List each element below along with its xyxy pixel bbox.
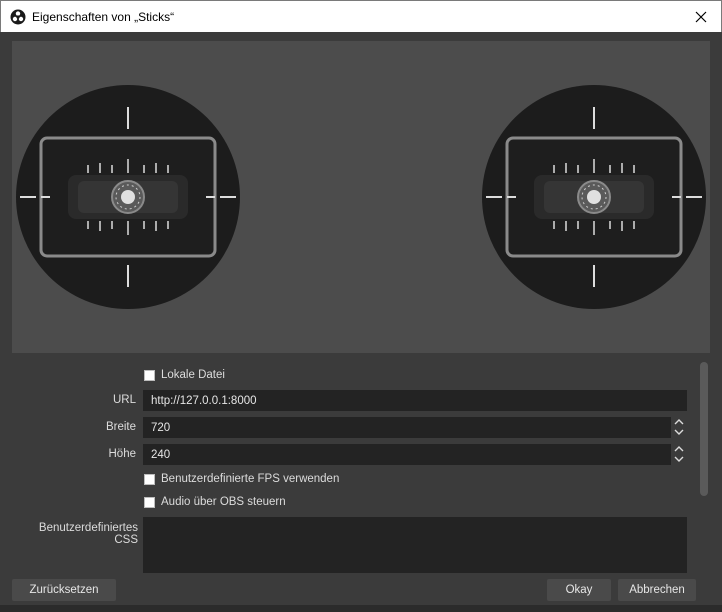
height-field[interactable]: 240	[143, 444, 671, 465]
local-file-option[interactable]: Lokale Datei	[144, 369, 225, 381]
joystick-gimbal-graphic	[16, 83, 708, 311]
custom-fps-label: Benutzerdefinierte FPS verwenden	[161, 473, 340, 485]
chevron-up-icon	[674, 446, 684, 452]
reset-button[interactable]: Zurücksetzen	[12, 579, 116, 601]
width-decrement-button[interactable]	[672, 427, 686, 437]
local-file-checkbox[interactable]	[144, 369, 155, 381]
cancel-button[interactable]: Abbrechen	[618, 579, 696, 601]
obs-audio-checkbox[interactable]	[144, 496, 155, 508]
custom-fps-option[interactable]: Benutzerdefinierte FPS verwenden	[144, 473, 339, 485]
width-increment-button[interactable]	[672, 417, 686, 427]
width-label: Breite	[105, 421, 136, 433]
local-file-label: Lokale Datei	[161, 369, 225, 381]
left-stick-graphic	[16, 85, 240, 309]
chevron-down-icon	[674, 456, 684, 462]
obs-audio-label: Audio über OBS steuern	[161, 496, 286, 508]
custom-css-label: Benutzerdefiniertes CSS	[38, 522, 138, 546]
chevron-up-icon	[674, 419, 684, 425]
custom-css-textarea[interactable]	[143, 517, 687, 573]
height-increment-button[interactable]	[672, 444, 686, 454]
window-titlebar: Eigenschaften von „Sticks“	[0, 0, 722, 32]
window-bottom-edge	[0, 605, 722, 612]
obs-logo-icon	[10, 9, 26, 25]
custom-fps-checkbox[interactable]	[144, 473, 155, 485]
url-label: URL	[112, 394, 136, 406]
close-icon	[695, 11, 707, 22]
width-field[interactable]: 720	[143, 417, 671, 438]
close-button[interactable]	[681, 1, 721, 32]
url-field[interactable]: http://127.0.0.1:8000	[143, 390, 687, 411]
height-decrement-button[interactable]	[672, 454, 686, 464]
obs-audio-option[interactable]: Audio über OBS steuern	[144, 496, 286, 508]
chevron-down-icon	[674, 429, 684, 435]
right-stick-graphic	[480, 83, 708, 311]
height-label: Höhe	[108, 448, 137, 460]
source-preview	[12, 41, 710, 353]
width-spinner[interactable]	[672, 417, 686, 438]
height-spinner[interactable]	[672, 444, 686, 465]
ok-button[interactable]: Okay	[547, 579, 611, 601]
properties-scrollbar[interactable]	[700, 362, 708, 496]
window-title: Eigenschaften von „Sticks“	[32, 10, 175, 24]
